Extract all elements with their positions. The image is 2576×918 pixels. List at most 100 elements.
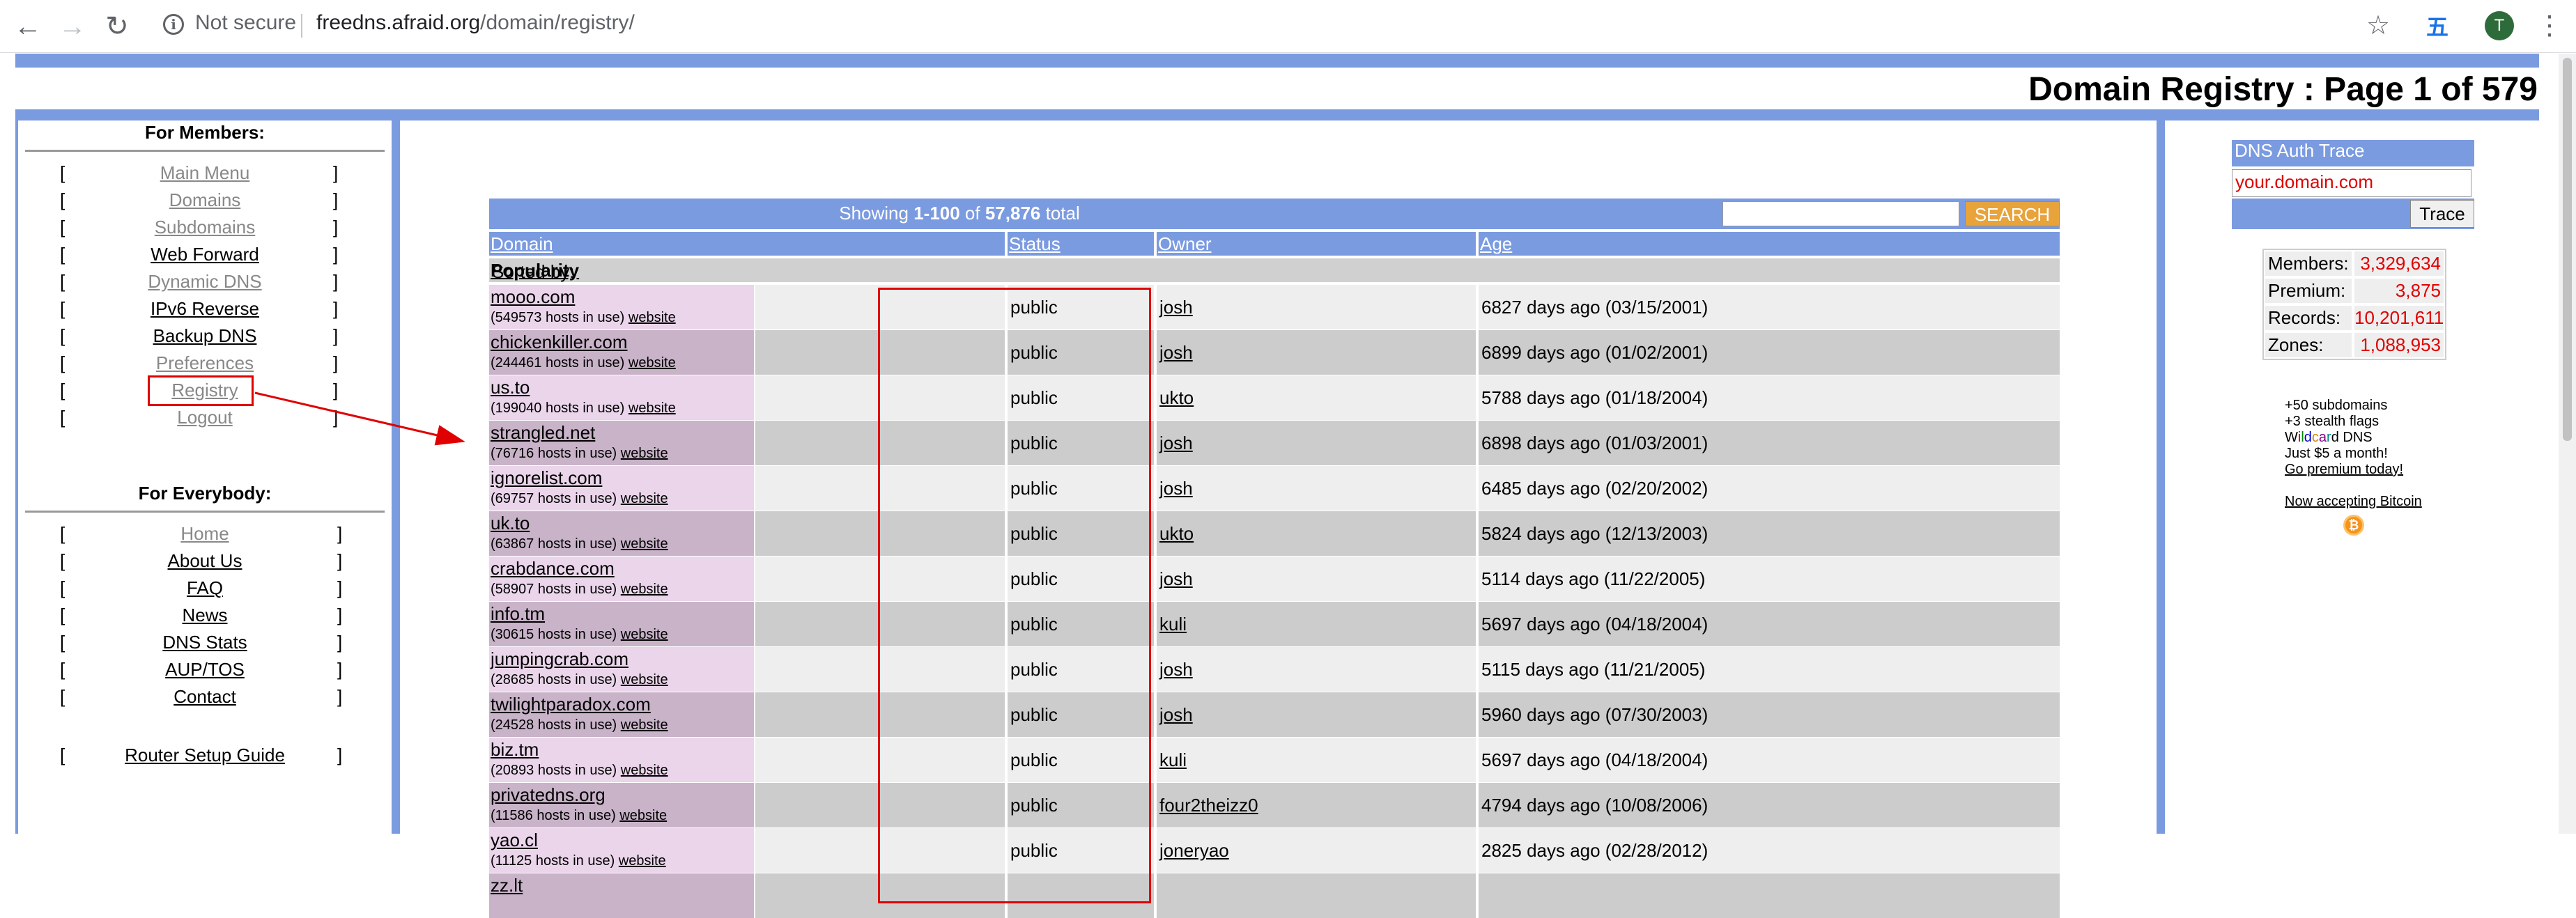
domain-cell: jumpingcrab.com (28685 hosts in use) webs… [489, 647, 754, 692]
url-path: /domain/registry/ [480, 11, 635, 34]
website-link[interactable]: website [621, 717, 668, 733]
age-cell: 5960 days ago (07/30/2003) [1479, 692, 2060, 737]
domain-link[interactable]: crabdance.com [491, 558, 615, 579]
bitcoin-icon[interactable]: ₿ [2343, 515, 2364, 536]
security-label: Not secure [195, 11, 297, 34]
website-link[interactable]: website [621, 627, 668, 642]
page-title: Domain Registry : Page 1 of 579 [2028, 71, 2538, 108]
age-text: 6485 days ago (02/20/2002) [1481, 478, 1709, 499]
sort-owner-link[interactable]: Owner [1158, 233, 1212, 255]
info-icon[interactable]: i [163, 14, 184, 35]
bitcoin-link[interactable]: Now accepting Bitcoin [2285, 494, 2422, 510]
website-link[interactable]: website [619, 853, 666, 869]
owner-link[interactable]: josh [1159, 704, 1193, 726]
owner-link[interactable]: kuli [1159, 749, 1187, 771]
domain-link[interactable]: twilightparadox.com [491, 694, 651, 715]
domain-link[interactable]: privatedns.org [491, 784, 606, 806]
domain-link[interactable]: mooo.com [491, 286, 575, 308]
owner-cell: josh [1157, 557, 1476, 601]
hosts-count: (76716 hosts in use) website [491, 446, 668, 462]
router-setup-guide-link[interactable]: Router Setup Guide [18, 745, 392, 766]
owner-link[interactable]: joneryao [1159, 840, 1229, 862]
url-text[interactable]: freedns.afraid.org/domain/registry/ [316, 11, 635, 35]
website-link[interactable]: website [621, 491, 668, 506]
age-text: 6899 days ago (01/02/2001) [1481, 342, 1709, 363]
scrollbar-thumb[interactable] [2563, 58, 2572, 441]
owner-link[interactable]: four2theizz0 [1159, 795, 1258, 816]
age-text: 6898 days ago (01/03/2001) [1481, 433, 1709, 453]
owner-link[interactable]: josh [1159, 433, 1193, 454]
menu-row-backup-dns: [Backup DNS] [18, 325, 392, 352]
table-row: yao.cl (11125 hosts in use) website public… [489, 828, 2060, 873]
search-input[interactable] [1722, 201, 1959, 226]
sorted-prefix: Sorted by: [492, 261, 575, 282]
domain-link[interactable]: biz.tm [491, 739, 539, 761]
sort-age-link[interactable]: Age [1480, 233, 1512, 255]
translate-icon[interactable]: 五 [2426, 10, 2448, 42]
website-link[interactable]: website [621, 536, 668, 552]
owner-link[interactable]: ukto [1159, 523, 1194, 545]
website-link[interactable]: website [621, 446, 668, 461]
profile-avatar[interactable]: T [2485, 11, 2514, 40]
hosts-text: (11125 hosts in use) [491, 853, 615, 869]
website-link[interactable]: website [628, 310, 676, 325]
menu-link-about-us[interactable]: About Us [18, 550, 392, 572]
domain-link[interactable]: chickenkiller.com [491, 332, 628, 353]
hosts-text: (63867 hosts in use) [491, 536, 617, 552]
auth-trace-input[interactable]: your.domain.com [2232, 169, 2471, 197]
website-link[interactable]: website [628, 400, 676, 416]
website-link[interactable]: website [628, 355, 676, 371]
address-bar[interactable]: i Not secure freedns.afraid.org/domain/r… [155, 7, 2357, 46]
domain-cell: strangled.net (76716 hosts in use) websit… [489, 421, 754, 465]
bookmark-star-icon[interactable]: ☆ [2366, 10, 2390, 41]
owner-link[interactable]: josh [1159, 297, 1193, 318]
domain-link[interactable]: strangled.net [491, 422, 595, 444]
page-frame: Domain Registry : Page 1 of 579 For Memb… [15, 54, 2539, 918]
hosts-text: (199040 hosts in use) [491, 400, 625, 416]
menu-link-contact[interactable]: Contact [18, 686, 392, 708]
site-stats-table: Members: 3,329,634 Premium: 3,875 Records: 10… [2262, 249, 2446, 360]
menu-row-logout: [Logout] [18, 407, 392, 433]
website-link[interactable]: website [621, 672, 668, 687]
menu-link-news[interactable]: News [18, 605, 392, 626]
browser-menu-icon[interactable]: ⋮ [2536, 10, 2563, 41]
domain-link[interactable]: uk.to [491, 513, 530, 534]
website-link[interactable]: website [619, 808, 667, 823]
website-link[interactable]: website [621, 763, 668, 778]
url-host: freedns.afraid.org [316, 11, 481, 34]
owner-cell: josh [1157, 647, 1476, 692]
domain-link[interactable]: ignorelist.com [491, 467, 602, 489]
domain-link[interactable]: zz.lt [491, 875, 523, 896]
sort-domain-link[interactable]: Domain [491, 233, 553, 255]
menu-link-faq[interactable]: FAQ [18, 577, 392, 599]
owner-link[interactable]: josh [1159, 342, 1193, 364]
sort-status-link[interactable]: Status [1009, 233, 1061, 255]
search-button[interactable]: SEARCH [1965, 201, 2060, 226]
domain-link[interactable]: jumpingcrab.com [491, 648, 628, 670]
bracket-close: ] [333, 271, 339, 292]
trace-button[interactable]: Trace [2410, 200, 2474, 228]
owner-link[interactable]: josh [1159, 568, 1193, 590]
showing-suffix: total [1040, 203, 1080, 224]
menu-row-domains: [Domains] [18, 189, 392, 216]
go-premium-link[interactable]: Go premium today! [2285, 462, 2422, 478]
reload-icon[interactable]: ↻ [100, 10, 134, 43]
menu-link-aup-tos[interactable]: AUP/TOS [18, 659, 392, 680]
forward-icon[interactable]: → [56, 10, 89, 43]
back-icon[interactable]: ← [11, 10, 45, 43]
table-row: mooo.com (549573 hosts in use) website pub… [489, 285, 2060, 329]
domain-link[interactable]: info.tm [491, 603, 545, 625]
website-link[interactable]: website [621, 582, 668, 597]
menu-link-home[interactable]: Home [18, 523, 392, 545]
domain-link[interactable]: yao.cl [491, 830, 538, 851]
owner-link[interactable]: kuli [1159, 614, 1187, 635]
stats-label: Records: [2265, 306, 2352, 330]
page-scrollbar[interactable] [2559, 54, 2576, 834]
owner-link[interactable]: josh [1159, 659, 1193, 680]
owner-link[interactable]: josh [1159, 478, 1193, 499]
hosts-count: (11586 hosts in use) website [491, 808, 667, 824]
menu-link-dns-stats[interactable]: DNS Stats [18, 632, 392, 653]
hosts-text: (28685 hosts in use) [491, 672, 617, 687]
owner-link[interactable]: ukto [1159, 387, 1194, 409]
domain-link[interactable]: us.to [491, 377, 530, 398]
